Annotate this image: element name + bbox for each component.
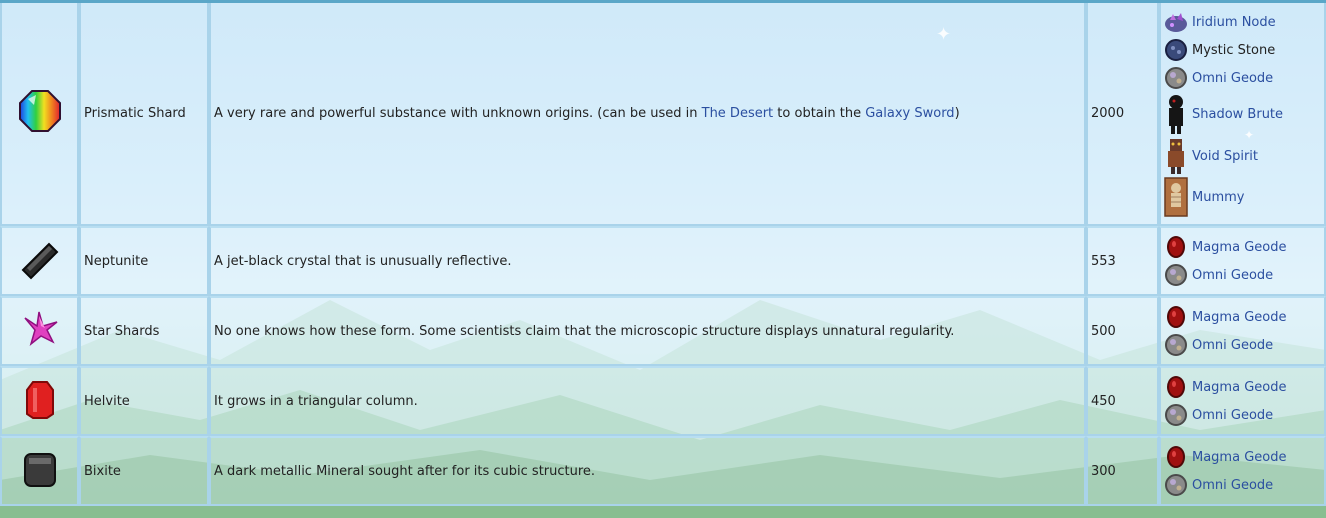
source-item: Magma Geode bbox=[1164, 443, 1321, 471]
item-sources: Magma Geode Omni Geode bbox=[1159, 296, 1326, 366]
source-link-magma-geode[interactable]: Magma Geode bbox=[1192, 310, 1286, 325]
item-value: 2000 bbox=[1086, 0, 1159, 226]
item-sources: Magma Geode Omni Geode bbox=[1159, 436, 1326, 506]
item-image-cell bbox=[0, 366, 79, 436]
item-value: 500 bbox=[1086, 296, 1159, 366]
item-image-cell bbox=[0, 296, 79, 366]
source-item: Void Spirit bbox=[1164, 136, 1321, 176]
neptunite-icon[interactable] bbox=[19, 238, 61, 280]
item-value: 300 bbox=[1086, 436, 1159, 506]
source-item: Magma Geode bbox=[1164, 303, 1321, 331]
source-item: Omni Geode bbox=[1164, 331, 1321, 359]
source-item: Omni Geode bbox=[1164, 64, 1321, 92]
source-link-void-spirit[interactable]: Void Spirit bbox=[1192, 149, 1258, 164]
table-row: Prismatic Shard A very rare and powerful… bbox=[0, 0, 1326, 226]
source-link-magma-geode[interactable]: Magma Geode bbox=[1192, 450, 1286, 465]
source-link-shadow-brute[interactable]: Shadow Brute bbox=[1192, 107, 1283, 122]
item-name: Star Shards bbox=[79, 296, 209, 366]
source-item: Omni Geode bbox=[1164, 261, 1321, 289]
source-link-omni-geode[interactable]: Omni Geode bbox=[1192, 71, 1273, 86]
source-link-omni-geode[interactable]: Omni Geode bbox=[1192, 338, 1273, 353]
omni-geode-icon bbox=[1165, 264, 1187, 286]
minerals-table: Prismatic Shard A very rare and powerful… bbox=[0, 0, 1326, 506]
item-image-cell bbox=[0, 0, 79, 226]
star-shards-icon[interactable] bbox=[19, 308, 61, 350]
source-link-omni-geode[interactable]: Omni Geode bbox=[1192, 408, 1273, 423]
source-item: Iridium Node bbox=[1164, 8, 1321, 36]
the-desert-link[interactable]: The Desert bbox=[702, 106, 774, 121]
iridium-node-icon bbox=[1165, 13, 1187, 32]
magma-geode-icon bbox=[1167, 446, 1185, 468]
source-link-magma-geode[interactable]: Magma Geode bbox=[1192, 240, 1286, 255]
omni-geode-icon bbox=[1165, 404, 1187, 426]
table-row: Bixite A dark metallic Mineral sought af… bbox=[0, 436, 1326, 506]
prismatic-shard-icon[interactable] bbox=[18, 89, 62, 133]
mummy-icon bbox=[1164, 177, 1188, 217]
galaxy-sword-link[interactable]: Galaxy Sword bbox=[865, 106, 954, 121]
sparkle-icon: ✦ bbox=[936, 24, 952, 45]
item-sources: Magma Geode Omni Geode bbox=[1159, 226, 1326, 296]
shadow-brute-icon bbox=[1169, 95, 1183, 134]
item-description: A dark metallic Mineral sought after for… bbox=[209, 436, 1086, 506]
void-spirit-icon bbox=[1168, 139, 1184, 174]
source-item: Magma Geode bbox=[1164, 373, 1321, 401]
source-label-mystic-stone: Mystic Stone bbox=[1192, 42, 1276, 58]
top-border bbox=[0, 0, 1326, 3]
mystic-stone-icon bbox=[1165, 39, 1187, 61]
source-link-magma-geode[interactable]: Magma Geode bbox=[1192, 380, 1286, 395]
table-row: Neptunite A jet-black crystal that is un… bbox=[0, 226, 1326, 296]
source-link-omni-geode[interactable]: Omni Geode bbox=[1192, 268, 1273, 283]
item-name: Prismatic Shard bbox=[79, 0, 209, 226]
item-image-cell bbox=[0, 436, 79, 506]
item-value: 553 bbox=[1086, 226, 1159, 296]
helvite-icon[interactable] bbox=[19, 378, 61, 420]
item-name: Bixite bbox=[79, 436, 209, 506]
item-description: No one knows how these form. Some scient… bbox=[209, 296, 1086, 366]
table-row: Helvite It grows in a triangular column.… bbox=[0, 366, 1326, 436]
item-sources: Magma Geode Omni Geode bbox=[1159, 366, 1326, 436]
source-item: Mummy bbox=[1164, 176, 1321, 218]
source-item: Mystic Stone bbox=[1164, 36, 1321, 64]
source-link-omni-geode[interactable]: Omni Geode bbox=[1192, 478, 1273, 493]
item-description: A very rare and powerful substance with … bbox=[209, 0, 1086, 226]
item-value: 450 bbox=[1086, 366, 1159, 436]
item-sources: Iridium Node Mystic Stone Omni Geode Sha… bbox=[1159, 0, 1326, 226]
item-image-cell bbox=[0, 226, 79, 296]
source-item: Magma Geode bbox=[1164, 233, 1321, 261]
omni-geode-icon bbox=[1165, 67, 1187, 89]
source-item: Omni Geode bbox=[1164, 471, 1321, 499]
source-link-mummy[interactable]: Mummy bbox=[1192, 190, 1244, 205]
omni-geode-icon bbox=[1165, 474, 1187, 496]
magma-geode-icon bbox=[1167, 376, 1185, 398]
magma-geode-icon bbox=[1167, 306, 1185, 328]
bixite-icon[interactable] bbox=[19, 448, 61, 490]
source-item: Omni Geode bbox=[1164, 401, 1321, 429]
table-row: Star Shards No one knows how these form.… bbox=[0, 296, 1326, 366]
omni-geode-icon bbox=[1165, 334, 1187, 356]
item-description: It grows in a triangular column. bbox=[209, 366, 1086, 436]
source-item: Shadow Brute bbox=[1164, 92, 1321, 136]
item-name: Helvite bbox=[79, 366, 209, 436]
magma-geode-icon bbox=[1167, 236, 1185, 258]
source-link-iridium-node[interactable]: Iridium Node bbox=[1192, 15, 1276, 30]
sparkle-icon: ✦ bbox=[1244, 128, 1255, 142]
item-description: A jet-black crystal that is unusually re… bbox=[209, 226, 1086, 296]
item-name: Neptunite bbox=[79, 226, 209, 296]
